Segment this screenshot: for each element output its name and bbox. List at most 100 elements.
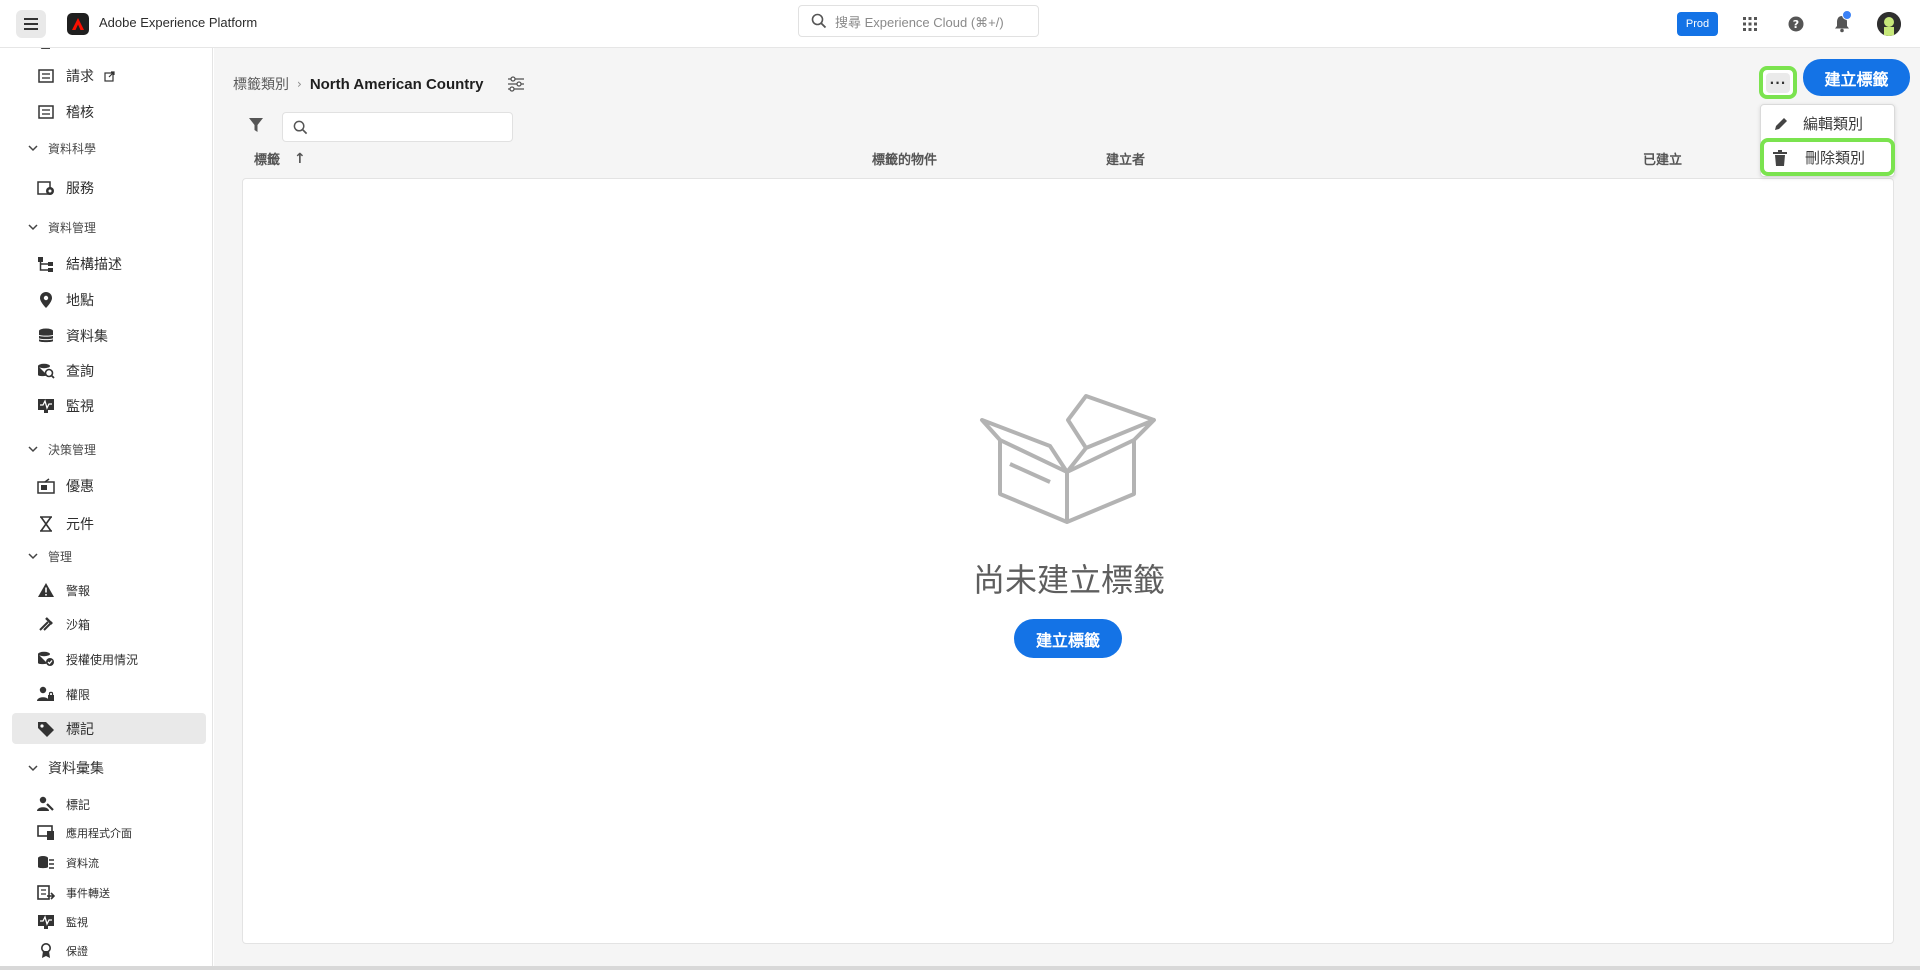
column-header-label: 標籤的物件 bbox=[872, 153, 938, 168]
notification-dot bbox=[1842, 10, 1852, 20]
sidebar-item-app-surfaces[interactable]: 應用程式介面 bbox=[36, 821, 132, 845]
sandbox-icon bbox=[36, 614, 56, 634]
sidebar-item-label: 服務 bbox=[66, 181, 94, 197]
column-header-label: 標籤 bbox=[254, 153, 281, 168]
avatar-icon bbox=[1877, 12, 1901, 36]
sidebar-item-components[interactable]: 元件 bbox=[36, 512, 94, 536]
external-link-icon bbox=[104, 70, 115, 82]
more-actions-button[interactable]: ... bbox=[1759, 66, 1797, 99]
truncated-nav-icon bbox=[40, 48, 50, 49]
sidebar-item-sandboxes[interactable]: 沙箱 bbox=[36, 612, 90, 636]
query-icon bbox=[36, 361, 56, 381]
bottom-edge bbox=[0, 966, 1920, 970]
sidebar-item-offers[interactable]: 優惠 bbox=[36, 474, 94, 498]
column-header-created-by[interactable]: 建立者 bbox=[1106, 149, 1145, 168]
sidebar-item-permissions[interactable]: 權限 bbox=[36, 682, 90, 706]
monitor-icon bbox=[36, 396, 56, 416]
sidebar-item-audit[interactable]: 稽核 bbox=[36, 100, 94, 124]
sidebar-item-label: 查詢 bbox=[66, 364, 94, 380]
location-pin-icon bbox=[36, 290, 56, 310]
hamburger-menu-button[interactable] bbox=[16, 10, 46, 38]
notifications-button[interactable] bbox=[1830, 10, 1854, 36]
permission-icon bbox=[36, 684, 56, 704]
svg-text:?: ? bbox=[1793, 18, 1799, 31]
search-placeholder: 搜尋 Experience Cloud (⌘+/) bbox=[835, 14, 1004, 30]
sidebar-item-label: 地點 bbox=[66, 293, 94, 309]
sidebar-item-label: 標記 bbox=[66, 721, 94, 738]
sidebar-section-data-science[interactable]: 資料科學 bbox=[28, 138, 96, 158]
app-title[interactable]: Adobe Experience Platform bbox=[99, 15, 257, 30]
column-header-label: 已建立 bbox=[1643, 153, 1683, 168]
sidebar-item-label: 標記 bbox=[66, 797, 91, 812]
sidebar-item-tags-active[interactable]: 標記 bbox=[12, 713, 206, 744]
global-search-input[interactable]: 搜尋 Experience Cloud (⌘+/) bbox=[798, 5, 1039, 37]
settings-sliders-icon[interactable] bbox=[507, 76, 525, 92]
sidebar-item-label: 警報 bbox=[66, 583, 91, 598]
monitor-icon bbox=[36, 912, 56, 932]
datastream-icon bbox=[36, 853, 56, 873]
sidebar-item-label: 沙箱 bbox=[66, 617, 91, 632]
sidebar-section-data-management[interactable]: 資料管理 bbox=[28, 217, 96, 237]
request-icon bbox=[36, 66, 56, 86]
menu-item-edit-category[interactable]: 編輯類別 bbox=[1773, 113, 1863, 134]
column-header-tagged-objects[interactable]: 標籤的物件 bbox=[872, 149, 937, 168]
sidebar-item-tags-collection[interactable]: 標記 bbox=[36, 792, 90, 816]
app-surface-icon bbox=[36, 823, 56, 843]
breadcrumb-parent-link[interactable]: 標籤類別 bbox=[233, 74, 289, 94]
delete-category-highlight bbox=[1760, 138, 1895, 176]
tags-user-icon bbox=[36, 794, 56, 814]
sidebar-item-services[interactable]: 服務 bbox=[36, 176, 94, 200]
sidebar-item-requests[interactable]: 請求 bbox=[36, 64, 115, 88]
breadcrumb-separator: › bbox=[297, 77, 302, 91]
sidebar-item-label: 應用程式介面 bbox=[66, 827, 132, 840]
sidebar-item-label: 優惠 bbox=[66, 479, 94, 495]
empty-box-illustration bbox=[980, 394, 1156, 524]
assurance-icon bbox=[36, 941, 56, 961]
sidebar-section-administration[interactable]: 管理 bbox=[28, 546, 72, 566]
service-gear-icon bbox=[36, 178, 56, 198]
environment-badge[interactable]: Prod bbox=[1677, 12, 1718, 36]
app-switcher-button[interactable] bbox=[1738, 12, 1762, 36]
sidebar-item-label: 權限 bbox=[66, 687, 91, 702]
column-header-tag[interactable]: 標籤 ↑ bbox=[254, 149, 306, 169]
table-search-input[interactable] bbox=[282, 112, 513, 142]
sort-ascending-icon: ↑ bbox=[294, 150, 306, 167]
sidebar-item-alerts[interactable]: 警報 bbox=[36, 578, 90, 602]
sidebar-item-label: 監視 bbox=[66, 399, 94, 415]
sidebar-item-label: 結構描述 bbox=[66, 257, 122, 273]
search-icon bbox=[811, 13, 827, 29]
adobe-logo[interactable] bbox=[67, 13, 89, 35]
chevron-down-icon bbox=[28, 445, 38, 452]
top-bar: Adobe Experience Platform 搜尋 Experience … bbox=[0, 0, 1920, 48]
filter-icon[interactable] bbox=[248, 117, 264, 133]
sidebar-item-label: 資料流 bbox=[66, 857, 99, 870]
hamburger-icon bbox=[24, 18, 38, 30]
sidebar-item-schemas[interactable]: 結構描述 bbox=[36, 252, 122, 276]
help-button[interactable]: ? bbox=[1784, 12, 1808, 36]
sidebar-item-label: 授權使用情況 bbox=[66, 652, 139, 667]
sidebar-item-label: 事件轉送 bbox=[66, 887, 110, 900]
column-header-created[interactable]: 已建立 bbox=[1643, 149, 1682, 168]
sidebar-section-decisioning[interactable]: 決策管理 bbox=[28, 439, 96, 459]
breadcrumb-current: North American Country bbox=[309, 75, 484, 93]
sidebar-item-label: 稽核 bbox=[66, 105, 94, 121]
sidebar-item-queries[interactable]: 查詢 bbox=[36, 359, 94, 383]
event-forwarding-icon bbox=[36, 883, 56, 903]
sidebar-section-label: 決策管理 bbox=[48, 442, 97, 457]
sidebar-section-label: 資料科學 bbox=[48, 141, 97, 156]
offer-icon bbox=[36, 476, 56, 496]
apps-grid-icon bbox=[1743, 17, 1757, 31]
license-icon bbox=[36, 649, 56, 669]
sidebar-item-datastreams[interactable]: 資料流 bbox=[36, 851, 99, 875]
sidebar-item-license-usage[interactable]: 授權使用情況 bbox=[36, 647, 138, 671]
user-avatar[interactable] bbox=[1877, 12, 1901, 36]
sidebar-section-data-collection[interactable]: 資料彙集 bbox=[28, 758, 104, 778]
empty-create-tag-button[interactable]: 建立標籤 bbox=[1014, 619, 1122, 658]
create-tag-button[interactable]: 建立標籤 bbox=[1803, 59, 1910, 96]
sidebar-item-assurance[interactable]: 保證 bbox=[36, 939, 88, 963]
sidebar-item-monitoring-collection[interactable]: 監視 bbox=[36, 910, 88, 934]
sidebar-item-event-forwarding[interactable]: 事件轉送 bbox=[36, 881, 110, 905]
sidebar-item-datasets[interactable]: 資料集 bbox=[36, 324, 108, 348]
sidebar-item-monitoring[interactable]: 監視 bbox=[36, 394, 94, 418]
sidebar-item-locations[interactable]: 地點 bbox=[36, 288, 94, 312]
